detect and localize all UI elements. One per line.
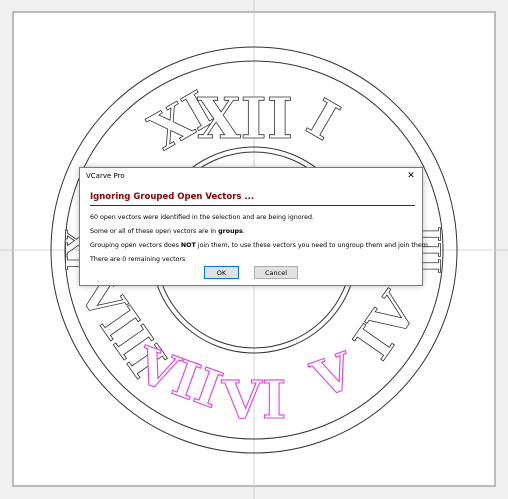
cancel-button[interactable]: Cancel xyxy=(254,266,298,279)
numeral-vi[interactable]: VI xyxy=(220,369,287,431)
message-remaining: There are 0 remaining vectors xyxy=(90,256,186,263)
dialog-body: Ignoring Grouped Open Vectors ... 60 ope… xyxy=(80,184,430,263)
ignoring-open-vectors-dialog: VCarve Pro ✕ Ignoring Grouped Open Vecto… xyxy=(79,167,430,286)
message-grouping: Grouping open vectors does NOT join them… xyxy=(90,242,430,249)
close-icon[interactable]: ✕ xyxy=(404,169,418,183)
message-groups: Some or all of these open vectors are in… xyxy=(90,228,245,235)
message-open-vectors: 60 open vectors were identified in the s… xyxy=(90,214,314,221)
dialog-title: VCarve Pro xyxy=(86,172,125,180)
dialog-buttons: OK Cancel xyxy=(80,266,422,279)
numeral-xii: XII xyxy=(197,86,293,152)
ok-button[interactable]: OK xyxy=(204,266,239,279)
dialog-titlebar[interactable]: VCarve Pro ✕ xyxy=(80,168,422,184)
dialog-heading: Ignoring Grouped Open Vectors ... xyxy=(90,192,415,206)
